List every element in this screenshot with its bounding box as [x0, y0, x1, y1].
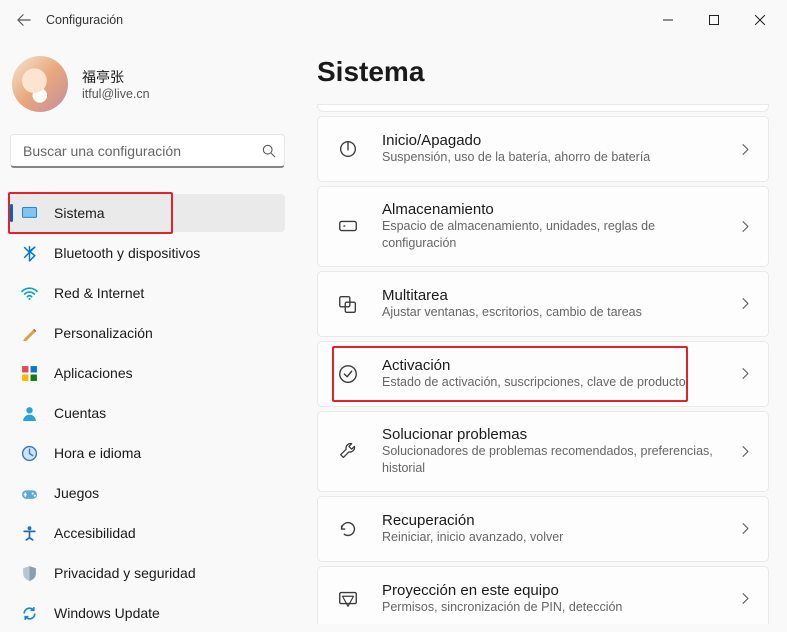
multitask-icon — [330, 286, 366, 322]
sidebar-item-label: Personalización — [54, 325, 153, 341]
settings-list: Inicio/Apagado Suspensión, uso de la bat… — [317, 116, 769, 624]
aplicaciones-icon — [20, 364, 38, 382]
hora-icon — [20, 444, 38, 462]
juegos-icon — [20, 484, 38, 502]
close-button[interactable] — [737, 4, 783, 36]
card-subtitle: Estado de activación, suscripciones, cla… — [382, 374, 723, 391]
settings-card-recovery[interactable]: Recuperación Reiniciar, inicio avanzado,… — [317, 496, 769, 562]
chevron-right-icon — [739, 143, 752, 156]
power-icon — [330, 131, 366, 167]
card-subtitle: Solucionadores de problemas recomendados… — [382, 443, 723, 477]
sistema-icon — [20, 204, 38, 222]
card-title: Almacenamiento — [382, 201, 723, 218]
profile-email: itful@live.cn — [82, 87, 150, 101]
window-controls — [645, 4, 783, 36]
sidebar-item-label: Cuentas — [54, 405, 106, 421]
page-title: Sistema — [317, 56, 769, 88]
sidebar-item-bluetooth[interactable]: Bluetooth y dispositivos — [10, 234, 285, 272]
maximize-icon — [709, 15, 719, 25]
sidebar-item-label: Juegos — [54, 485, 99, 501]
sidebar-item-label: Windows Update — [54, 605, 160, 621]
sidebar-item-juegos[interactable]: Juegos — [10, 474, 285, 512]
minimize-icon — [663, 15, 673, 25]
settings-card-troubleshoot[interactable]: Solucionar problemas Solucionadores de p… — [317, 411, 769, 492]
search-icon — [262, 144, 276, 158]
troubleshoot-icon — [330, 433, 366, 469]
main-panel: Sistema Inicio/Apagado Suspensión, uso d… — [295, 40, 787, 624]
recovery-icon — [330, 511, 366, 547]
sidebar-item-accesibilidad[interactable]: Accesibilidad — [10, 514, 285, 552]
card-subtitle: Espacio de almacenamiento, unidades, reg… — [382, 218, 723, 252]
avatar — [12, 56, 68, 112]
privacidad-icon — [20, 564, 38, 582]
search-box[interactable] — [10, 134, 285, 168]
window-title: Configuración — [46, 13, 123, 27]
card-subtitle: Permisos, sincronización de PIN, detecci… — [382, 599, 723, 616]
card-title: Solucionar problemas — [382, 426, 723, 443]
personalizacion-icon — [20, 324, 38, 342]
settings-card-power[interactable]: Inicio/Apagado Suspensión, uso de la bat… — [317, 116, 769, 182]
cuentas-icon — [20, 404, 38, 422]
profile-name: 福亭张 — [82, 67, 150, 87]
card-stub — [317, 104, 769, 112]
chevron-right-icon — [739, 297, 752, 310]
sidebar-item-hora[interactable]: Hora e idioma — [10, 434, 285, 472]
projecting-icon — [330, 581, 366, 617]
back-button[interactable] — [10, 6, 38, 34]
sidebar: 福亭张 itful@live.cn Sistema Bluetooth y di… — [0, 40, 295, 624]
close-icon — [755, 15, 765, 25]
card-title: Recuperación — [382, 512, 723, 529]
minimize-button[interactable] — [645, 4, 691, 36]
update-icon — [20, 604, 38, 622]
sidebar-item-label: Privacidad y seguridad — [54, 565, 196, 581]
card-subtitle: Ajustar ventanas, escritorios, cambio de… — [382, 304, 723, 321]
sidebar-item-label: Red & Internet — [54, 285, 144, 301]
chevron-right-icon — [739, 367, 752, 380]
sidebar-item-update[interactable]: Windows Update — [10, 594, 285, 632]
profile-block[interactable]: 福亭张 itful@live.cn — [10, 50, 285, 134]
arrow-left-icon — [17, 13, 31, 27]
activation-icon — [330, 356, 366, 392]
card-title: Inicio/Apagado — [382, 132, 723, 149]
sidebar-item-label: Aplicaciones — [54, 365, 133, 381]
storage-icon — [330, 208, 366, 244]
sidebar-item-personalizacion[interactable]: Personalización — [10, 314, 285, 352]
sidebar-item-label: Bluetooth y dispositivos — [54, 245, 200, 261]
chevron-right-icon — [739, 592, 752, 605]
card-subtitle: Suspensión, uso de la batería, ahorro de… — [382, 149, 723, 166]
bluetooth-icon — [20, 244, 38, 262]
chevron-right-icon — [739, 445, 752, 458]
card-title: Activación — [382, 357, 723, 374]
sidebar-item-cuentas[interactable]: Cuentas — [10, 394, 285, 432]
settings-card-multitask[interactable]: Multitarea Ajustar ventanas, escritorios… — [317, 271, 769, 337]
settings-card-activation[interactable]: Activación Estado de activación, suscrip… — [317, 341, 769, 407]
sidebar-item-label: Accesibilidad — [54, 525, 136, 541]
red-icon — [20, 284, 38, 302]
sidebar-item-aplicaciones[interactable]: Aplicaciones — [10, 354, 285, 392]
card-subtitle: Reiniciar, inicio avanzado, volver — [382, 529, 723, 546]
accesibilidad-icon — [20, 524, 38, 542]
sidebar-item-sistema[interactable]: Sistema — [10, 194, 285, 232]
search-input[interactable] — [23, 143, 262, 159]
chevron-right-icon — [739, 522, 752, 535]
titlebar: Configuración — [0, 0, 787, 40]
sidebar-item-privacidad[interactable]: Privacidad y seguridad — [10, 554, 285, 592]
nav-list: Sistema Bluetooth y dispositivos Red & I… — [10, 194, 285, 632]
card-title: Multitarea — [382, 287, 723, 304]
sidebar-item-label: Sistema — [54, 205, 105, 221]
chevron-right-icon — [739, 220, 752, 233]
settings-card-projecting[interactable]: Proyección en este equipo Permisos, sinc… — [317, 566, 769, 625]
maximize-button[interactable] — [691, 4, 737, 36]
card-title: Proyección en este equipo — [382, 582, 723, 599]
settings-card-storage[interactable]: Almacenamiento Espacio de almacenamiento… — [317, 186, 769, 267]
sidebar-item-red[interactable]: Red & Internet — [10, 274, 285, 312]
sidebar-item-label: Hora e idioma — [54, 445, 141, 461]
